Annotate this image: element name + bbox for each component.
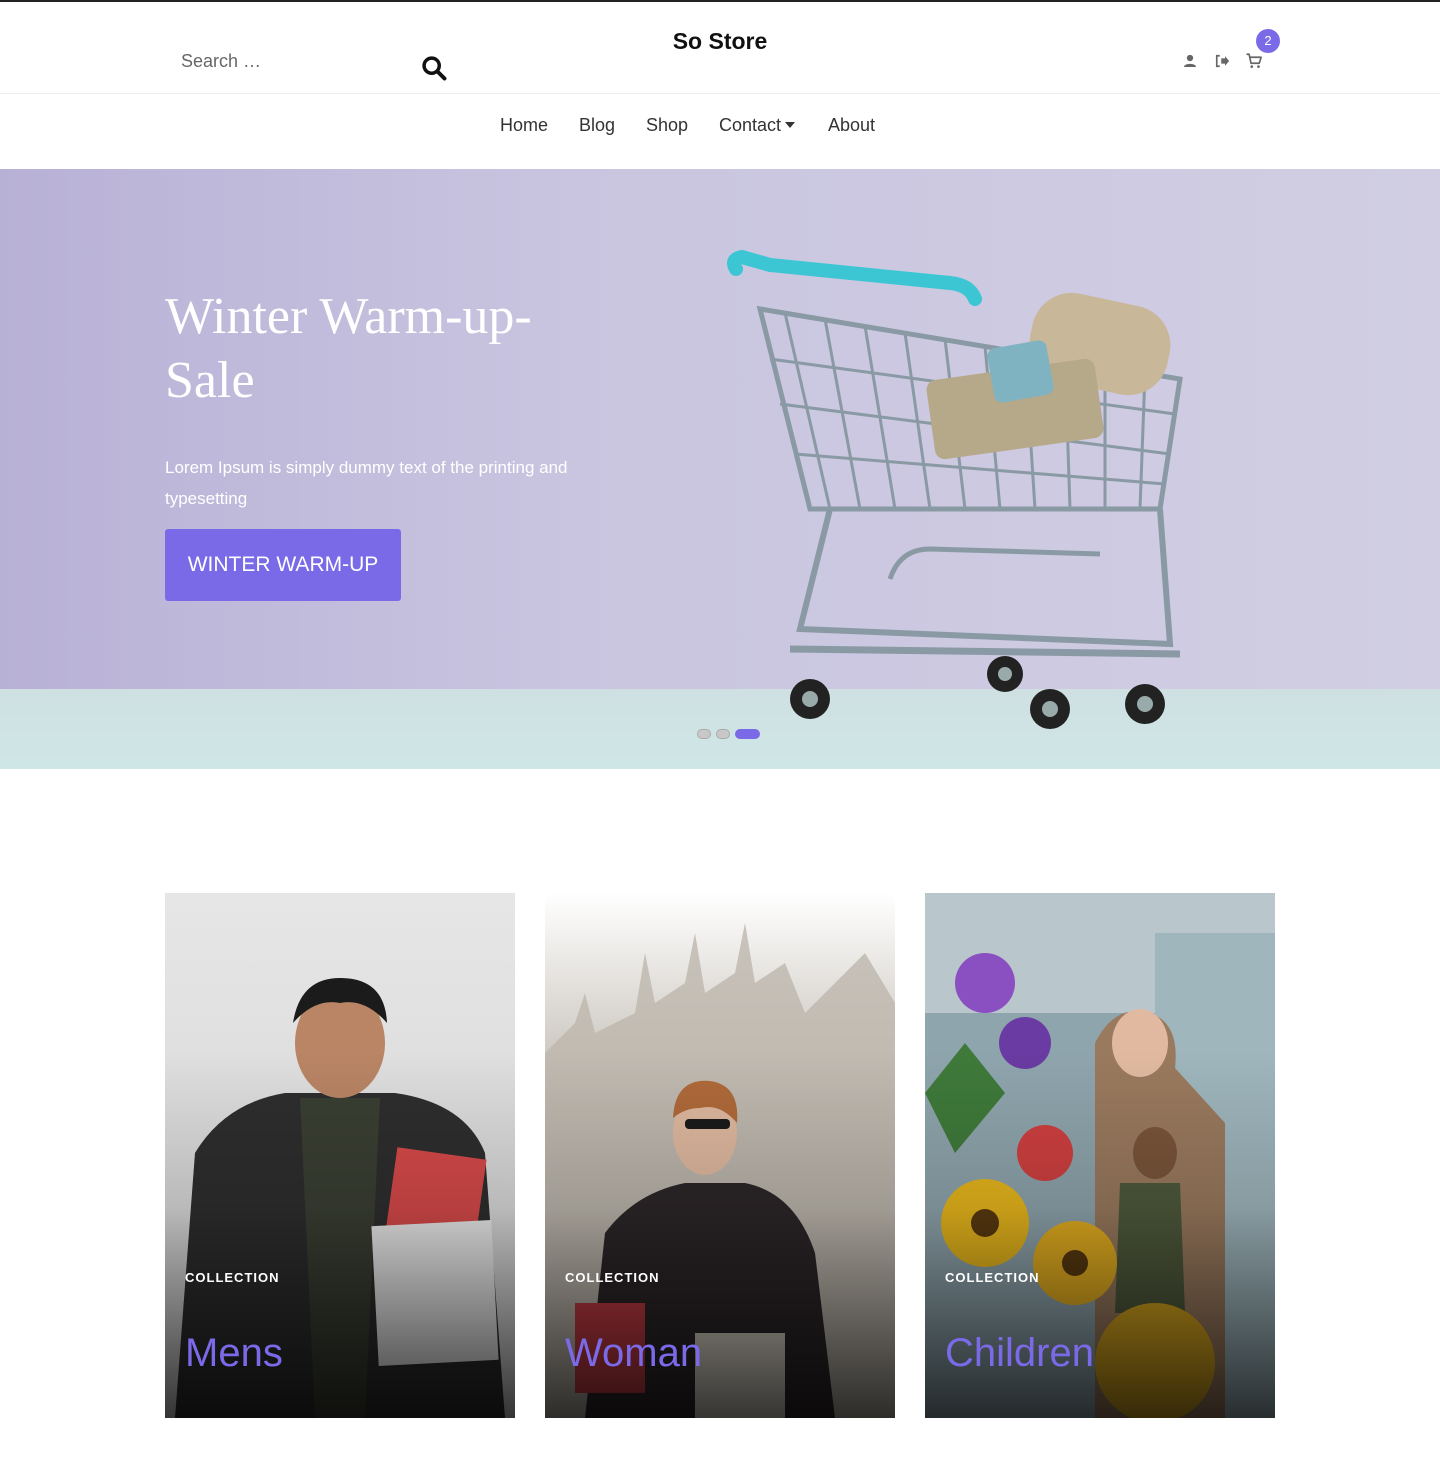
collection-title[interactable]: Woman [565,1331,702,1376]
collection-card-children[interactable]: COLLECTION Children [925,893,1275,1418]
winter-warm-up-button[interactable]: WINTER WARM-UP [165,529,401,601]
slider-dot-1[interactable] [697,729,711,739]
search-icon[interactable] [420,54,448,82]
collection-title[interactable]: Children [945,1331,1094,1376]
site-brand[interactable]: So Store [570,28,870,55]
site-header: So Store 2 [0,2,1440,94]
collection-card-woman[interactable]: COLLECTION Woman [545,893,895,1418]
search-input[interactable] [165,42,405,80]
slider-dot-2[interactable] [716,729,730,739]
logout-icon[interactable] [1213,52,1231,70]
user-icon[interactable] [1181,52,1199,70]
nav-shop[interactable]: Shop [646,115,688,136]
hero-slider: Winter Warm-up-Sale Lorem Ipsum is simpl… [0,169,1440,769]
collection-tag: COLLECTION [565,1270,660,1285]
nav-about[interactable]: About [828,115,875,136]
nav-blog[interactable]: Blog [579,115,615,136]
slider-dot-3-active[interactable] [735,729,760,739]
nav-contact[interactable]: Contact [719,115,796,136]
collection-card-mens[interactable]: COLLECTION Mens [165,893,515,1418]
nav-home[interactable]: Home [500,115,548,136]
collection-tag: COLLECTION [945,1270,1040,1285]
hero-title: Winter Warm-up-Sale [165,288,532,409]
shopping-cart-image [727,249,1183,729]
nav-contact-label: Contact [719,115,782,135]
cart-count-badge: 2 [1256,29,1280,53]
collection-tag: COLLECTION [185,1270,280,1285]
main-nav: Home Blog Shop Contact About [0,95,1440,169]
collection-title[interactable]: Mens [185,1331,283,1376]
hero-subtitle: Lorem Ipsum is simply dummy text of the … [165,458,568,508]
chevron-down-icon [785,122,796,128]
cart-icon[interactable] [1245,52,1263,70]
